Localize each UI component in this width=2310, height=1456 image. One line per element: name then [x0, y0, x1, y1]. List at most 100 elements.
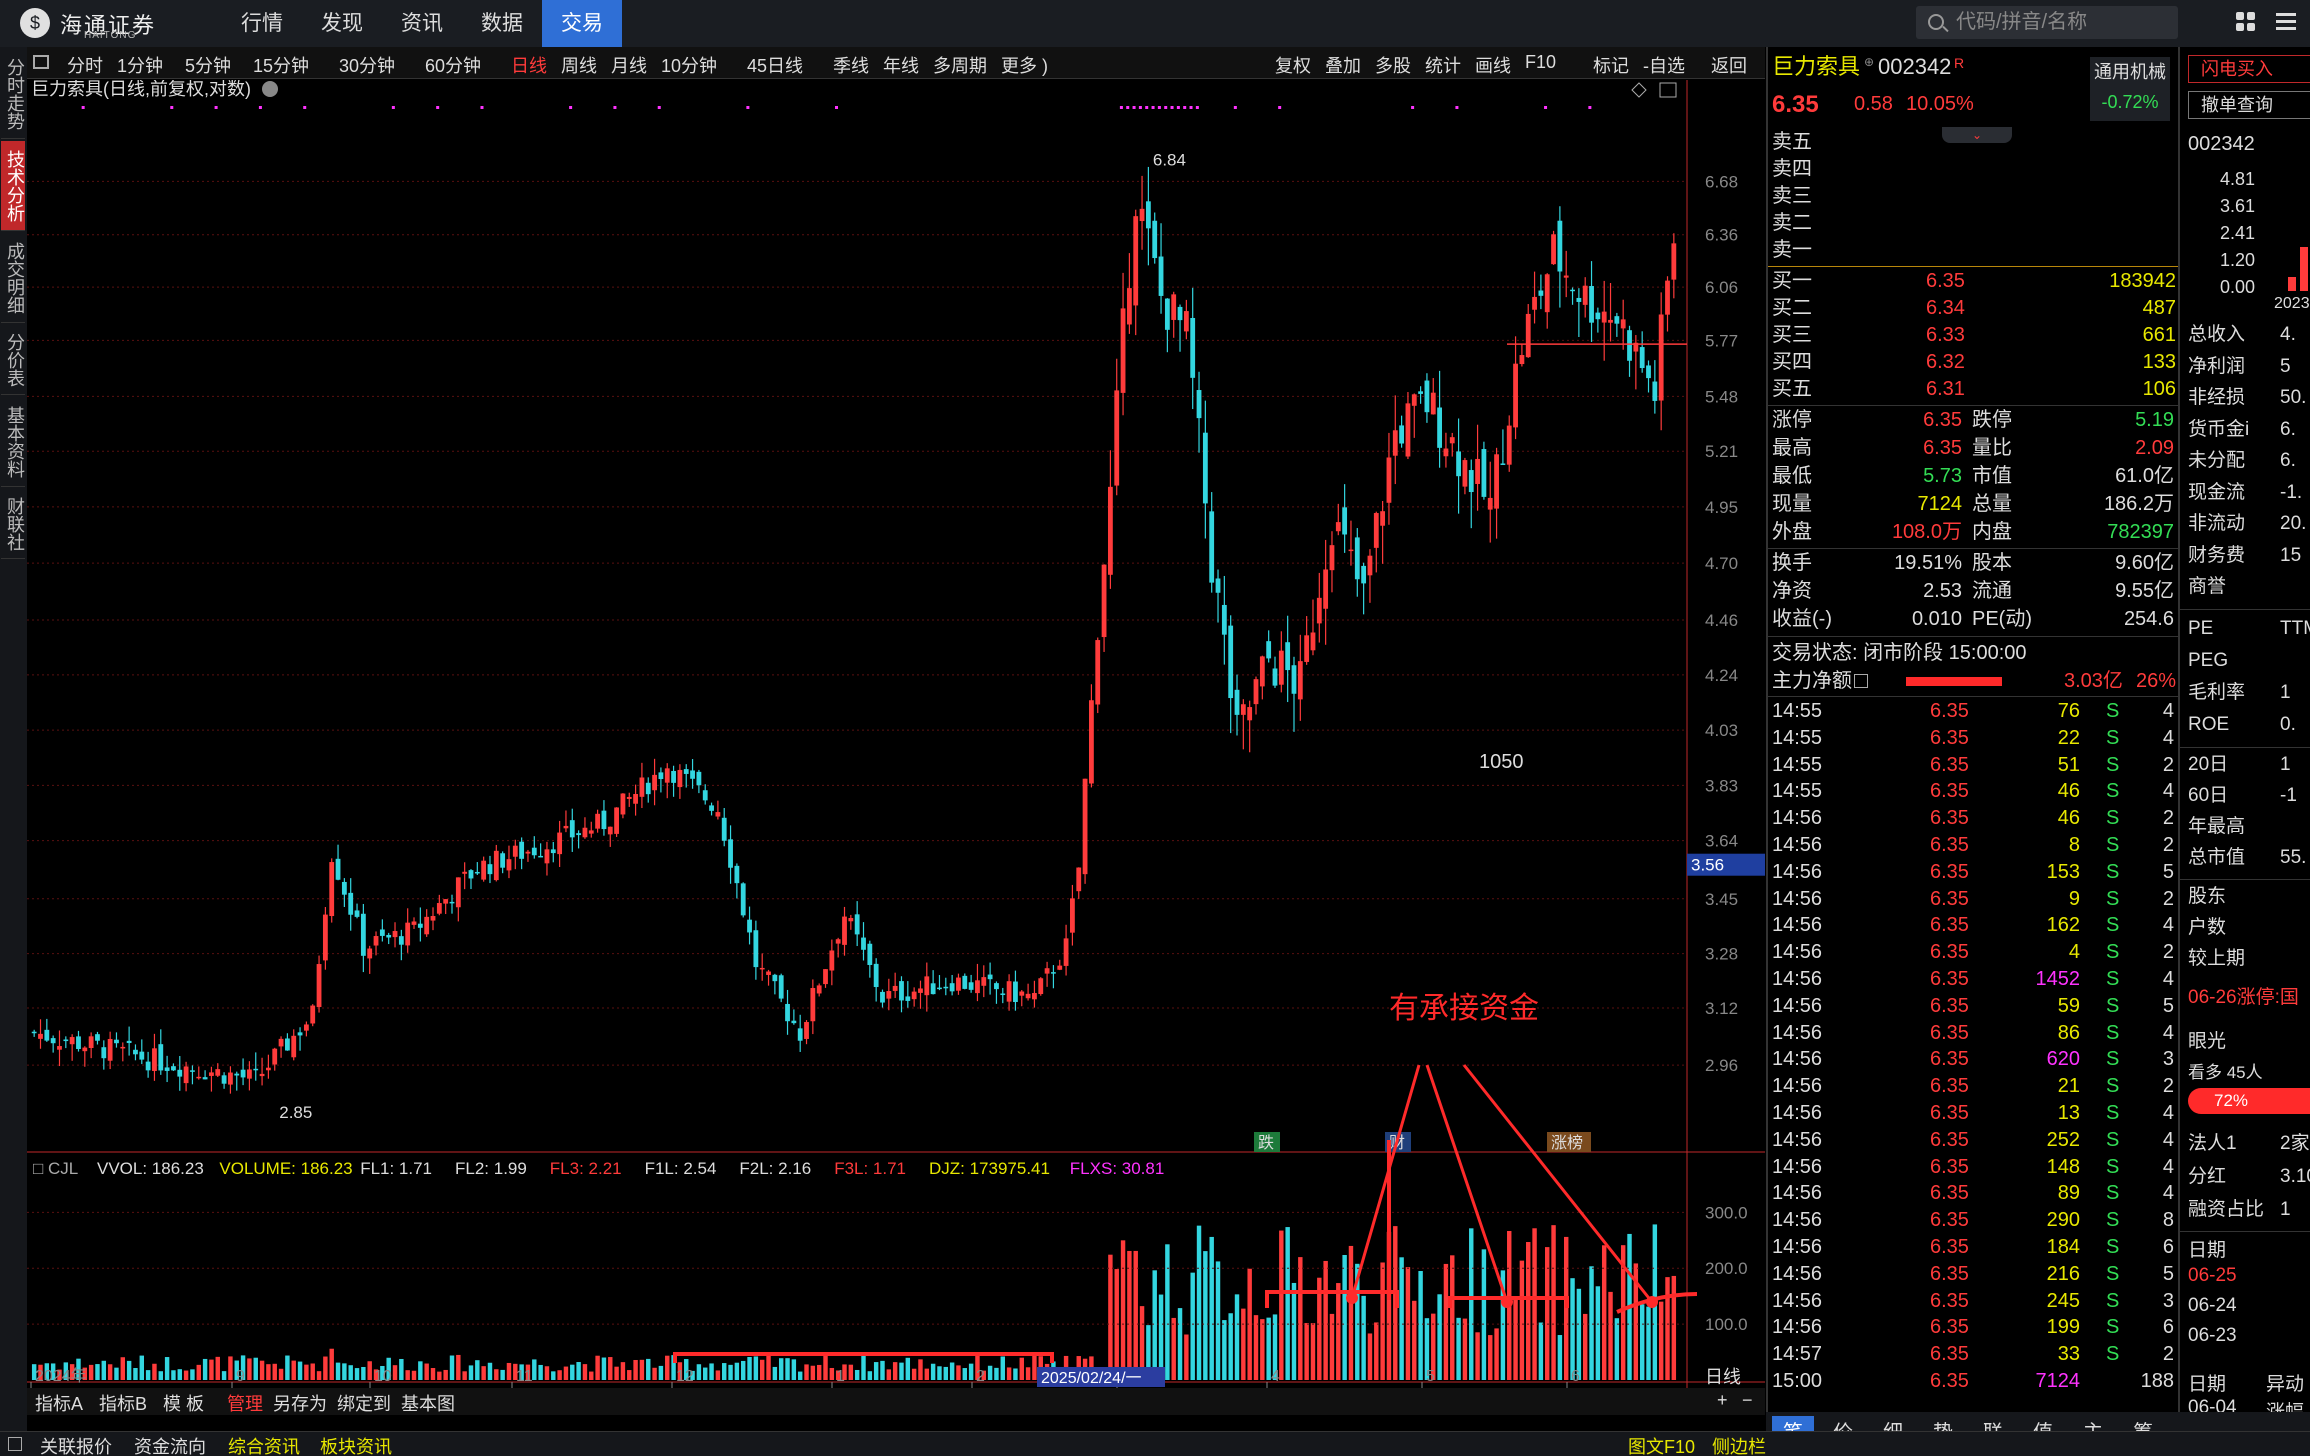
period-5[interactable]: 60分钟: [425, 52, 481, 78]
cancel-query-button[interactable]: 撤单查询: [2188, 91, 2310, 119]
period-13[interactable]: 多周期: [933, 52, 987, 78]
bottom-link-0[interactable]: 关联报价: [40, 1433, 112, 1456]
period-10[interactable]: 45日线: [747, 52, 803, 78]
zoom-in-icon[interactable]: +: [1717, 1390, 1728, 1411]
collapse-arrow-icon[interactable]: ⌄: [1942, 127, 2012, 143]
nav-item-1[interactable]: 发现: [302, 0, 382, 47]
period-14[interactable]: 更多 ): [1001, 52, 1048, 78]
bottom-link-1[interactable]: 资金流向: [134, 1433, 206, 1456]
left-tab-5[interactable]: 财联社: [1, 489, 25, 559]
chart-tool-3[interactable]: F10: [1525, 52, 1556, 73]
sidebar-toggle[interactable]: 侧边栏: [1712, 1433, 1766, 1456]
list-icon[interactable]: [1854, 674, 1868, 688]
chart-tool-7[interactable]: 叠加: [1325, 52, 1361, 78]
indicator-tool-6[interactable]: 基本图: [401, 1390, 455, 1416]
price-tick-label: 3.12: [1705, 999, 1738, 1018]
indicator-tool-5[interactable]: 绑定到: [337, 1390, 391, 1416]
sector-box[interactable]: 通用机械 -0.72%: [2090, 57, 2170, 121]
period-9[interactable]: 10分钟: [661, 52, 717, 78]
left-tab-2[interactable]: 成交明细: [1, 233, 25, 323]
volume-bar: [1336, 1283, 1341, 1380]
grid-icon[interactable]: [2236, 12, 2256, 32]
chart-tool-5[interactable]: 统计: [1425, 52, 1461, 78]
tick-side: S: [2106, 1075, 2120, 1098]
indicator-tool-2[interactable]: 模 板: [163, 1390, 204, 1416]
candle-body: [1259, 656, 1265, 687]
nav-item-3[interactable]: 数据: [462, 0, 542, 47]
candle-body: [424, 916, 430, 935]
period-1[interactable]: 1分钟: [117, 52, 163, 78]
candle-body: [1278, 650, 1284, 685]
left-tab-0[interactable]: 分时走势: [1, 49, 25, 139]
tick-time: 14:56: [1772, 968, 1823, 990]
indicator-tool-0[interactable]: 指标A: [35, 1390, 83, 1416]
chart-tool-1[interactable]: -自选: [1643, 52, 1685, 78]
star-icon[interactable]: ⊕: [1864, 49, 1874, 76]
candle-body: [95, 1034, 100, 1041]
nav-item-0[interactable]: 行情: [222, 0, 302, 47]
volume-bar: [1494, 1328, 1499, 1380]
bottom-link-2[interactable]: 综合资讯: [228, 1433, 300, 1456]
volume-bar: [1348, 1245, 1354, 1380]
date-item[interactable]: 06-25: [2188, 1265, 2237, 1287]
indicator-tool-4[interactable]: 另存为: [273, 1390, 327, 1416]
broker-logo[interactable]: $ 海通证券 HAITONG: [20, 8, 180, 41]
chart-tool-6[interactable]: 多股: [1375, 52, 1411, 78]
date-item[interactable]: 06-24: [2188, 1295, 2237, 1317]
tick-time: 14:56: [1772, 1128, 1823, 1151]
zoom-out-icon[interactable]: −: [1742, 1390, 1753, 1411]
stat-label: 涨停: [1772, 409, 1812, 431]
period-6[interactable]: 日线: [511, 52, 547, 78]
nav-item-2[interactable]: 资讯: [382, 0, 462, 47]
volume-bar: [785, 1358, 790, 1380]
bottom-bar-toggle-icon[interactable]: [8, 1437, 22, 1451]
kline-chart[interactable]: 6.68 6.36 6.06 5.77 5.48 5.21 4.95 4.70 4.46 4.24…: [27, 80, 1765, 1388]
left-tab-3[interactable]: 分价表: [1, 325, 25, 395]
candle-body: [145, 1061, 151, 1071]
title-dropdown-icon[interactable]: [262, 81, 278, 97]
period-7[interactable]: 周线: [561, 52, 597, 78]
search-input[interactable]: 代码/拼音/名称: [1916, 6, 2178, 39]
left-tab-1[interactable]: 技术分析: [1, 141, 25, 231]
nav-item-4[interactable]: 交易: [542, 0, 622, 47]
indicator-name[interactable]: □ CJL: [33, 1159, 78, 1178]
indicator-tool-1[interactable]: 指标B: [99, 1390, 147, 1416]
left-tab-4[interactable]: 基本资料: [1, 397, 25, 487]
period-11[interactable]: 季线: [833, 52, 869, 78]
tick-price: 6.35: [1930, 1182, 1969, 1205]
chart-tool-0[interactable]: 返回: [1711, 52, 1747, 78]
volume-bar: [1291, 1282, 1297, 1380]
candle-body: [1519, 355, 1525, 365]
volume-bar: [1374, 1322, 1379, 1380]
period-4[interactable]: 30分钟: [339, 52, 395, 78]
volume-bar: [399, 1358, 404, 1380]
date-item[interactable]: 06-23: [2188, 1325, 2237, 1347]
tick-price: 6.35: [1930, 887, 1969, 910]
period-2[interactable]: 5分钟: [185, 52, 231, 78]
period-8[interactable]: 月线: [611, 52, 647, 78]
tick-price: 6.35: [1930, 1021, 1969, 1044]
f10-text-link[interactable]: 图文F10: [1628, 1433, 1695, 1456]
candle-body: [937, 987, 942, 990]
flash-buy-button[interactable]: 闪电买入: [2188, 55, 2310, 83]
stat-value: 254.6: [2123, 608, 2174, 630]
volume-bar: [652, 1367, 657, 1380]
stock-name[interactable]: 巨力索具: [1772, 53, 1860, 80]
volume-bar: [190, 1369, 195, 1380]
menu-icon[interactable]: [2276, 12, 2296, 32]
chart-tool-4[interactable]: 画线: [1475, 52, 1511, 78]
candle-body: [1234, 689, 1240, 715]
chart-tool-2[interactable]: 标记: [1593, 52, 1629, 78]
candle-body: [506, 859, 512, 871]
period-0[interactable]: 分时: [67, 52, 103, 78]
chart-tool-8[interactable]: 复权: [1275, 52, 1311, 78]
signal-dot: [657, 106, 661, 109]
limit-up-notice[interactable]: 06-26涨停:国: [2188, 982, 2299, 1009]
period-12[interactable]: 年线: [883, 52, 919, 78]
indicator-tool-3[interactable]: 管理: [227, 1390, 263, 1416]
tick-side: S: [2106, 780, 2120, 803]
ask-label: 卖四: [1772, 158, 1812, 180]
bottom-link-3[interactable]: 板块资讯: [320, 1433, 392, 1456]
layout-toggle-icon[interactable]: [33, 55, 49, 69]
period-3[interactable]: 15分钟: [253, 52, 309, 78]
